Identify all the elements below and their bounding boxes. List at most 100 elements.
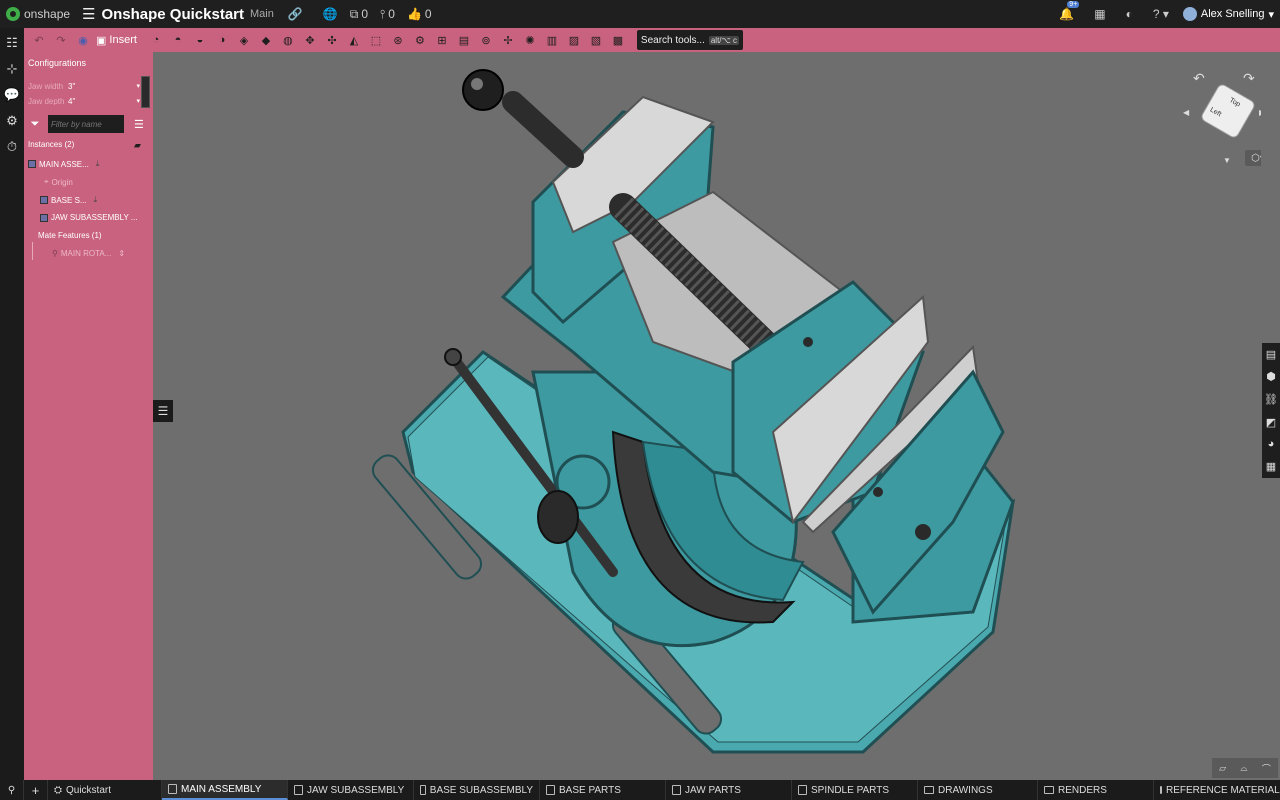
rotate-left-arrow-icon[interactable]: ↶ (1193, 70, 1205, 87)
slider-mate-icon[interactable]: ◒ (189, 30, 211, 50)
search-tools-button[interactable]: Search tools... alt/⌥ c (636, 30, 743, 50)
filter-input[interactable] (48, 115, 124, 133)
explode-icon[interactable]: ✺ (519, 30, 541, 50)
view-options-button[interactable]: ⬡▾ (1245, 150, 1261, 166)
tree-item-origin[interactable]: ⌖ Origin (44, 177, 73, 187)
simulation-icon[interactable]: ▦ (1266, 460, 1276, 473)
mass-properties-icon[interactable]: ▧ (585, 30, 607, 50)
insert-button[interactable]: ▣ Insert (94, 34, 145, 47)
tree-item-label: BASE S... (51, 195, 87, 205)
bom-icon[interactable]: ▩ (607, 30, 629, 50)
likes-count: 0 (424, 7, 432, 21)
ball-mate-icon[interactable]: ◍ (277, 30, 299, 50)
apps-grid-icon[interactable]: ▦ (1094, 7, 1105, 21)
vise-model[interactable] (153, 52, 1261, 780)
cylindrical-mate-icon[interactable]: ◈ (233, 30, 255, 50)
tree-item-mate-features[interactable]: Mate Features (1) (38, 231, 102, 240)
view-arrow-left-icon[interactable]: ◀ (1183, 108, 1189, 117)
width-mate-icon[interactable]: ◭ (343, 30, 365, 50)
tree-item-main-assembly[interactable]: MAIN ASSE... ⤓ (28, 159, 99, 169)
display-mode-icon[interactable]: ▱ (1219, 763, 1226, 774)
redo-icon[interactable]: ↷ (50, 30, 72, 50)
branch-name[interactable]: Main (250, 8, 274, 20)
view-cube-box[interactable]: Top Left (1199, 82, 1257, 140)
notifications-button[interactable]: 🔔 9+ (1059, 1, 1080, 21)
link-icon[interactable]: 🔗 (288, 7, 303, 21)
comments-icon[interactable]: 💬 (3, 86, 21, 104)
circular-pattern-icon[interactable]: ⊚ (475, 30, 497, 50)
mate-connector-icon[interactable]: ◉ (72, 30, 94, 50)
parts-list-icon[interactable]: ▤ (1266, 348, 1276, 361)
linear-pattern-icon[interactable]: ▤ (453, 30, 475, 50)
tree-item-label: Mate Features (1) (38, 231, 102, 240)
mates-icon[interactable]: ⊹ (3, 60, 21, 78)
folder-add-icon[interactable]: ▰ (134, 140, 141, 151)
tree-item-jaw-subassembly[interactable]: JAW SUBASSEMBLY ... (40, 213, 138, 222)
relation-icon[interactable]: ⊛ (387, 30, 409, 50)
help-icon[interactable]: ? ▾ (1153, 7, 1169, 21)
tab-jaw-subassembly[interactable]: JAW SUBASSEMBLY (288, 780, 414, 800)
planar-mate-icon[interactable]: ◑ (211, 30, 233, 50)
mate-panel-icon[interactable]: ⛓ (1264, 393, 1278, 406)
tab-drawings[interactable]: DRAWINGS (918, 780, 1038, 800)
tab-options-icon[interactable]: ⚲ (0, 780, 24, 800)
tab-base-parts[interactable]: BASE PARTS (540, 780, 666, 800)
section-view-icon[interactable]: ▥ (541, 30, 563, 50)
gear-relation-icon[interactable]: ⚙ (409, 30, 431, 50)
config-row-jaw-width[interactable]: Jaw width 3" ▾ (28, 80, 140, 92)
filter-icon[interactable]: ⏷ (28, 118, 42, 131)
replicate-icon[interactable]: ✢ (497, 30, 519, 50)
tree-item-main-rotate[interactable]: ⚲ MAIN ROTA... ⇕ (52, 249, 125, 258)
config-row-jaw-depth[interactable]: Jaw depth 4" ▾ (28, 97, 140, 105)
render-icon[interactable]: ◕ (1268, 438, 1275, 450)
tab-jaw-parts[interactable]: JAW PARTS (666, 780, 792, 800)
fastened-mate-icon[interactable]: ◔ (145, 30, 167, 50)
rotate-right-arrow-icon[interactable]: ↷ (1243, 70, 1255, 87)
tree-item-base-subassembly[interactable]: BASE S... ⤓ (40, 195, 97, 205)
tab-quickstart[interactable]: ⛭ Quickstart (48, 780, 162, 800)
add-tab-button[interactable]: + (24, 780, 48, 800)
tab-main-assembly[interactable]: MAIN ASSEMBLY (162, 780, 288, 800)
group-icon[interactable]: ⬚ (365, 30, 387, 50)
insert-icon: ▣ (96, 34, 107, 47)
configurations-scrollbar[interactable] (141, 76, 150, 108)
revolute-mate-icon[interactable]: ◓ (167, 30, 189, 50)
instances-header[interactable]: Instances (2) (28, 140, 74, 149)
onshape-logo[interactable]: onshape (6, 7, 78, 21)
globe-icon[interactable]: 🌐 (323, 7, 338, 21)
configurations-title[interactable]: Configurations (28, 58, 86, 68)
like-button[interactable]: 👍 0 (407, 7, 432, 21)
menu-icon[interactable]: ☰ (82, 5, 95, 23)
tangent-mate-icon[interactable]: ✣ (321, 30, 343, 50)
pin-slot-mate-icon[interactable]: ◆ (255, 30, 277, 50)
download-icon[interactable]: ⤓ (96, 159, 100, 169)
parallel-mate-icon[interactable]: ✥ (299, 30, 321, 50)
tab-renders[interactable]: RENDERS (1038, 780, 1154, 800)
appearance-icon[interactable]: ⚙ (3, 112, 21, 130)
branches-button[interactable]: ⫯ 0 (380, 7, 395, 22)
document-title[interactable]: Onshape Quickstart (101, 6, 244, 23)
panel-toggle-button[interactable]: ☰ (153, 400, 173, 422)
tab-spindle-parts[interactable]: SPINDLE PARTS (792, 780, 918, 800)
rack-pinion-icon[interactable]: ⊞ (431, 30, 453, 50)
measure-tool-icon[interactable]: ⌓ (1240, 763, 1247, 774)
view-tool-icon[interactable]: ⌒ (1262, 762, 1271, 775)
list-options-icon[interactable]: ☰ (134, 118, 144, 131)
download-icon[interactable]: ⤓ (94, 195, 98, 205)
measure-icon[interactable]: ▨ (563, 30, 585, 50)
learning-center-icon[interactable]: ◐ (1126, 7, 1133, 21)
named-views-icon[interactable]: ◩ (1266, 416, 1276, 429)
appearance-panel-icon[interactable]: ⬢ (1266, 370, 1276, 383)
undo-icon[interactable]: ↶ (28, 30, 50, 50)
tab-bar: ⚲ + ⛭ Quickstart MAIN ASSEMBLY JAW SUBAS… (0, 780, 1280, 800)
feature-list-icon[interactable]: ☷ (3, 34, 21, 52)
assembly-tab-icon (168, 784, 177, 794)
graphics-viewport[interactable]: ↶ ↷ Top Left ◀ ▶ ▼ ⬡▾ (153, 52, 1261, 780)
tab-base-subassembly[interactable]: BASE SUBASSEMBLY (414, 780, 540, 800)
user-menu[interactable]: Alex Snelling ▾ (1182, 7, 1274, 21)
tab-reference-material[interactable]: REFERENCE MATERIAL (1154, 780, 1280, 800)
versions-button[interactable]: ⧉ 0 (350, 7, 368, 22)
view-arrow-down-icon[interactable]: ▼ (1223, 156, 1231, 165)
animation-icon[interactable]: ⏱ (3, 138, 21, 156)
drag-icon[interactable]: ⇕ (118, 249, 125, 258)
